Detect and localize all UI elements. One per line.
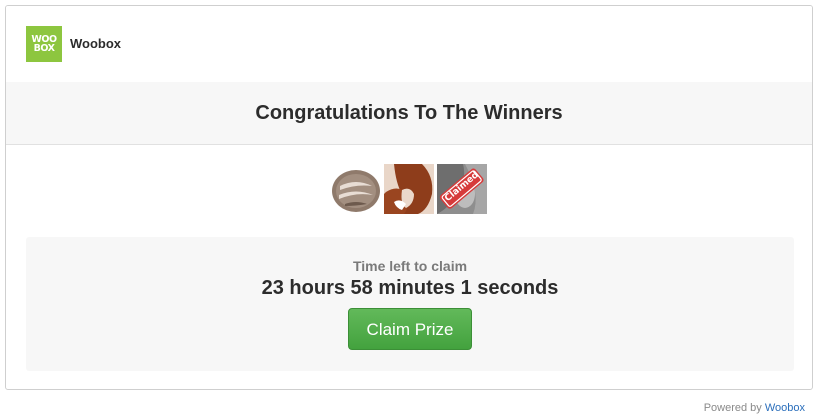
title-bar: Congratulations To The Winners [6,82,812,145]
woobox-link[interactable]: Woobox [765,402,805,414]
header: WOO BOX Woobox [6,6,812,83]
woobox-logo: WOO BOX [26,26,62,62]
powered-by-footer: Powered by Woobox [704,402,805,414]
winner-avatar-2[interactable] [384,164,434,214]
winner-avatars: Claimed [6,164,812,214]
winner-avatar-1[interactable] [331,164,381,214]
winner-avatar-3[interactable]: Claimed [437,164,487,214]
brand-name: Woobox [70,36,122,51]
logo-line-2: BOX [33,43,55,54]
winners-card: WOO BOX Woobox Congratulations To The Wi… [5,5,813,390]
countdown-timer: 23 hours 58 minutes 1 seconds [261,277,559,299]
claim-panel: Time left to claim 23 hours 58 minutes 1… [26,237,794,371]
page-title: Congratulations To The Winners [255,101,563,124]
powered-by-text: Powered by [703,402,762,414]
claim-prize-button[interactable]: Claim Prize [348,308,472,350]
time-left-label: Time left to claim [352,258,468,274]
